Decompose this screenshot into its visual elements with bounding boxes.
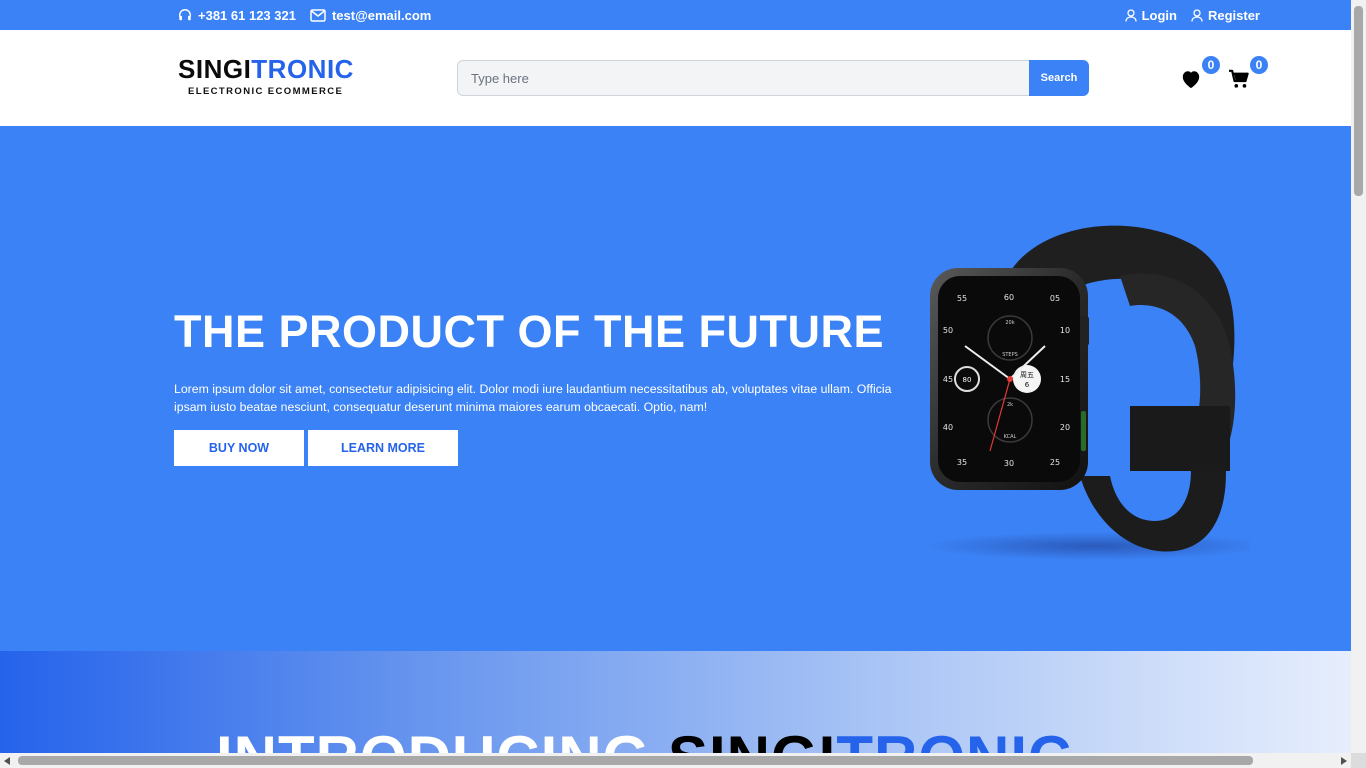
cart-icon bbox=[1229, 69, 1249, 88]
cart-count-badge: 0 bbox=[1250, 56, 1268, 74]
steps-label: STEPS bbox=[1002, 352, 1018, 358]
user-icon bbox=[1191, 8, 1203, 22]
hero-buttons: BUY NOW LEARN MORE bbox=[174, 430, 458, 466]
dial-number: 05 bbox=[1050, 294, 1060, 303]
dial-number: 20 bbox=[1060, 423, 1070, 432]
site-logo[interactable]: SINGITRONIC ELECTRONIC ECOMMERCE bbox=[178, 54, 354, 97]
wishlist-button[interactable]: 0 bbox=[1180, 56, 1220, 92]
account-links: Login Register bbox=[1124, 0, 1260, 30]
date-chars: 周五 bbox=[1020, 371, 1034, 379]
kcal-value: 2k bbox=[1007, 402, 1013, 408]
hero-section: THE PRODUCT OF THE FUTURE Lorem ipsum do… bbox=[0, 126, 1351, 651]
scrollbar-corner bbox=[1351, 753, 1366, 768]
logo-part-dark: SINGI bbox=[178, 54, 252, 84]
hero-title: THE PRODUCT OF THE FUTURE bbox=[174, 306, 884, 357]
learn-more-button[interactable]: LEARN MORE bbox=[308, 430, 458, 466]
search-button[interactable]: Search bbox=[1029, 60, 1089, 96]
smartwatch-image: 55 60 05 10 15 20 25 30 35 40 45 50 20k … bbox=[925, 225, 1250, 560]
left-subdial-value: 80 bbox=[963, 376, 972, 384]
login-label: Login bbox=[1141, 7, 1177, 23]
search-bar: Search bbox=[457, 60, 1089, 96]
dial-number: 45 bbox=[943, 375, 953, 384]
dial-number: 25 bbox=[1050, 458, 1060, 467]
logo-part-blue: TRONIC bbox=[251, 54, 354, 84]
mail-icon bbox=[310, 8, 326, 22]
dial-number: 40 bbox=[943, 423, 953, 432]
logo-tagline: ELECTRONIC ECOMMERCE bbox=[188, 86, 344, 97]
date-number: 6 bbox=[1025, 381, 1030, 389]
dial-number: 30 bbox=[1004, 459, 1014, 468]
horizontal-scrollbar[interactable] bbox=[0, 753, 1351, 768]
scroll-right-arrow-icon[interactable] bbox=[1341, 757, 1347, 765]
dial-number: 35 bbox=[957, 458, 967, 467]
cart-button[interactable]: 0 bbox=[1228, 56, 1268, 92]
email-item: test@email.com bbox=[310, 8, 431, 23]
hero-description: Lorem ipsum dolor sit amet, consectetur … bbox=[174, 382, 892, 414]
dial-number: 15 bbox=[1060, 375, 1070, 384]
user-icon bbox=[1124, 8, 1137, 22]
login-link[interactable]: Login bbox=[1124, 7, 1177, 23]
phone-item: +381 61 123 321 bbox=[178, 8, 296, 23]
top-bar: +381 61 123 321 test@email.com Login Reg… bbox=[0, 0, 1351, 30]
search-input[interactable] bbox=[457, 60, 1029, 96]
scroll-left-arrow-icon[interactable] bbox=[4, 757, 10, 765]
main-header: SINGITRONIC ELECTRONIC ECOMMERCE Search … bbox=[0, 30, 1351, 126]
dial-number: 10 bbox=[1060, 326, 1070, 335]
vertical-scrollbar[interactable] bbox=[1351, 0, 1366, 768]
email-address: test@email.com bbox=[331, 7, 432, 23]
intro-section: INTRODUCING SINGITRONIC bbox=[0, 651, 1351, 768]
wishlist-count-badge: 0 bbox=[1202, 56, 1220, 74]
heart-icon bbox=[1182, 71, 1200, 89]
horizontal-scroll-thumb[interactable] bbox=[18, 756, 1253, 765]
dial-number: 50 bbox=[943, 326, 953, 335]
dial-number: 60 bbox=[1004, 293, 1014, 302]
register-link[interactable]: Register bbox=[1191, 8, 1260, 23]
phone-number: +381 61 123 321 bbox=[198, 7, 296, 23]
steps-value: 20k bbox=[1005, 320, 1014, 326]
headset-icon bbox=[179, 9, 191, 21]
register-label: Register bbox=[1207, 7, 1260, 23]
buy-now-button[interactable]: BUY NOW bbox=[174, 430, 304, 466]
contact-info: +381 61 123 321 test@email.com bbox=[178, 0, 431, 30]
kcal-label: KCAL bbox=[1004, 434, 1017, 440]
dial-number: 55 bbox=[957, 294, 967, 303]
logo-wordmark: SINGITRONIC bbox=[178, 54, 354, 84]
vertical-scroll-thumb[interactable] bbox=[1354, 6, 1363, 196]
